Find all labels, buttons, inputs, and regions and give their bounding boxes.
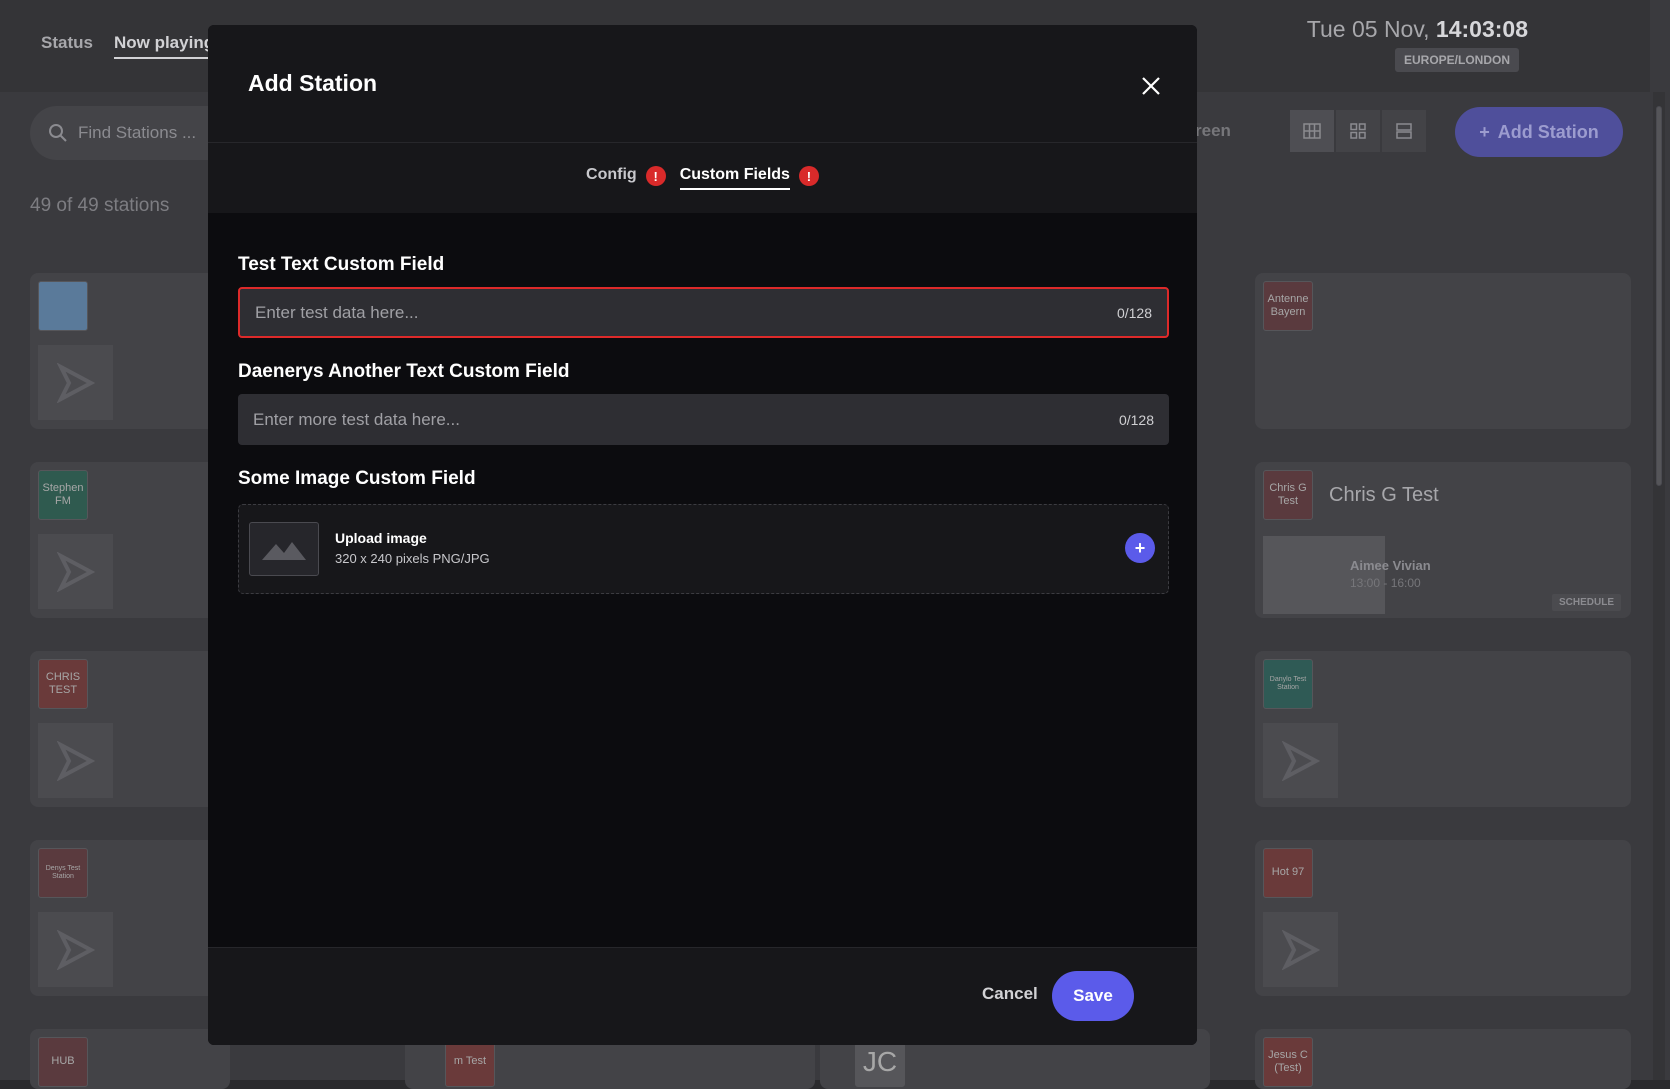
station-logo: [38, 281, 88, 331]
play-placeholder: [38, 534, 113, 609]
station-card[interactable]: Hot 97: [1255, 840, 1631, 996]
play-icon: [56, 362, 95, 403]
plus-icon: +: [1479, 121, 1490, 142]
field-label: Some Image Custom Field: [238, 468, 476, 489]
field-placeholder: Enter test data here...: [255, 302, 419, 322]
grid-large-view-button[interactable]: [1290, 110, 1334, 152]
close-icon: [1142, 77, 1160, 95]
another-text-field[interactable]: Enter more test data here... 0/128: [238, 394, 1169, 445]
dialog-title: Add Station: [248, 70, 378, 96]
close-button[interactable]: [1136, 71, 1166, 101]
play-placeholder: [1263, 723, 1338, 798]
play-placeholder: [38, 345, 113, 420]
station-logo: CHRIS TEST: [38, 659, 88, 709]
time: 14:03:08: [1435, 16, 1528, 42]
station-name: Chris G Test: [1329, 484, 1439, 506]
test-text-field[interactable]: Enter test data here... 0/128: [238, 287, 1169, 338]
station-logo: Stephen FM: [38, 470, 88, 520]
screen-toggle-label[interactable]: reen: [1195, 121, 1231, 141]
play-placeholder: [38, 912, 113, 987]
field-placeholder: Enter more test data here...: [253, 409, 460, 429]
station-logo: Antenne Bayern: [1263, 281, 1313, 331]
station-logo: Chris G Test: [1263, 470, 1313, 520]
mountain-icon: [262, 542, 306, 560]
station-count: 49 of 49 stations: [30, 195, 170, 216]
dialog-header: Add Station: [208, 25, 1197, 143]
station-card[interactable]: Danylo Test Station: [1255, 651, 1631, 807]
dialog-tabs: Config ! Custom Fields !: [208, 143, 1197, 213]
add-station-button[interactable]: + Add Station: [1455, 107, 1623, 157]
date: Tue 05 Nov,: [1306, 16, 1430, 42]
add-image-button[interactable]: +: [1125, 533, 1155, 563]
grid-small-view-button[interactable]: [1336, 110, 1380, 152]
station-logo: Hot 97: [1263, 848, 1313, 898]
play-icon: [56, 929, 95, 970]
nav-status[interactable]: Status: [41, 33, 93, 59]
list-view-button[interactable]: [1382, 110, 1426, 152]
char-counter: 0/128: [1116, 304, 1152, 321]
search-placeholder: Find Stations ...: [78, 123, 197, 142]
image-upload-dropzone[interactable]: Upload image 320 x 240 pixels PNG/JPG +: [238, 504, 1169, 594]
image-placeholder: [249, 522, 319, 576]
error-icon: !: [798, 166, 819, 186]
char-counter: 0/128: [1118, 411, 1154, 428]
play-icon: [1281, 740, 1320, 781]
tab-custom-fields-label: Custom Fields: [679, 166, 790, 190]
tab-custom-fields[interactable]: Custom Fields !: [679, 161, 819, 195]
station-card[interactable]: Jesus C (Test): [1255, 1029, 1631, 1089]
upload-subtitle: 320 x 240 pixels PNG/JPG: [335, 551, 490, 566]
add-station-label: Add Station: [1497, 121, 1599, 142]
station-card[interactable]: Stephen FM: [30, 462, 230, 618]
station-card[interactable]: [30, 273, 230, 429]
schedule-button[interactable]: SCHEDULE: [1551, 594, 1621, 611]
add-station-dialog: Add Station Config ! Custom Fields ! Tes…: [208, 25, 1197, 1045]
station-card[interactable]: CHRIS TEST: [30, 651, 230, 807]
search-icon: [49, 124, 67, 142]
now-playing-image: [1263, 536, 1385, 614]
date-time: Tue 05 Nov, 14:03:08: [1307, 16, 1528, 43]
play-placeholder: [1263, 912, 1338, 987]
tab-config[interactable]: Config !: [586, 161, 666, 195]
dialog-footer: Cancel Save: [208, 947, 1197, 1045]
cancel-button[interactable]: Cancel: [982, 984, 1038, 1004]
grid-large-icon: [1303, 123, 1321, 139]
tab-config-label: Config: [586, 166, 637, 183]
field-label: Test Text Custom Field: [238, 254, 445, 275]
station-card[interactable]: Chris G Test Chris G Test Aimee Vivian 1…: [1255, 462, 1631, 618]
timezone-badge: EUROPE/LONDON: [1394, 48, 1519, 72]
list-view-icon: [1396, 123, 1412, 139]
nav-tabs: Status Now playing: [41, 33, 215, 59]
station-card[interactable]: Antenne Bayern: [1255, 273, 1631, 429]
station-logo: Danylo Test Station: [1263, 659, 1313, 709]
station-card[interactable]: Denys Test Station: [30, 840, 230, 996]
upload-title: Upload image: [335, 530, 427, 546]
play-placeholder: [38, 723, 113, 798]
error-icon: !: [645, 166, 666, 186]
view-switcher: [1290, 110, 1426, 152]
grid-small-icon: [1350, 123, 1366, 139]
scrollbar-thumb[interactable]: [1656, 106, 1662, 486]
play-icon: [56, 551, 95, 592]
station-logo: Denys Test Station: [38, 848, 88, 898]
save-button[interactable]: Save: [1052, 971, 1134, 1021]
field-label: Daenerys Another Text Custom Field: [238, 361, 570, 382]
play-icon: [1281, 929, 1320, 970]
nav-now-playing[interactable]: Now playing: [113, 33, 215, 59]
play-icon: [56, 740, 95, 781]
scrollbar[interactable]: [1653, 92, 1665, 1080]
show-time: 13:00 - 16:00: [1350, 576, 1421, 590]
host-name: Aimee Vivian: [1350, 558, 1431, 573]
station-card[interactable]: HUB: [30, 1029, 230, 1089]
